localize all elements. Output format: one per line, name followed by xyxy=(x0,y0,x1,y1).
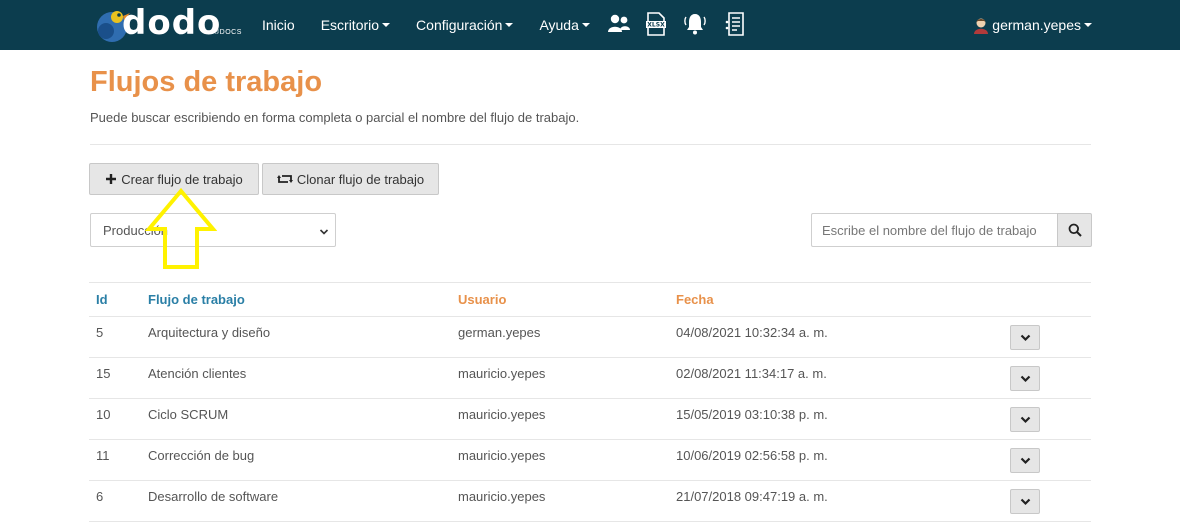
nav-inicio-label: Inicio xyxy=(262,17,295,33)
nav-escritorio[interactable]: Escritorio xyxy=(320,17,391,33)
cell-date: 15/05/2019 03:10:38 p. m. xyxy=(676,407,828,422)
cell-date: 10/06/2019 02:56:58 p. m. xyxy=(676,448,828,463)
search-button[interactable] xyxy=(1057,213,1092,247)
cell-user: mauricio.yepes xyxy=(458,448,546,463)
plus-icon xyxy=(105,173,117,185)
caret-down-icon xyxy=(1084,23,1092,27)
page-title: Flujos de trabajo xyxy=(90,66,323,98)
row-actions-button[interactable] xyxy=(1010,448,1040,473)
nav-escritorio-label: Escritorio xyxy=(320,17,380,33)
chevron-down-icon xyxy=(1020,498,1030,505)
cell-flow: Corrección de bug xyxy=(148,448,255,463)
cell-user: mauricio.yepes xyxy=(458,366,546,381)
annotation-arrow-up-icon xyxy=(145,188,217,269)
user-menu[interactable]: german.yepes xyxy=(972,0,1092,50)
chevron-down-icon xyxy=(1020,375,1030,382)
bell-icon[interactable] xyxy=(682,11,708,37)
header-flow[interactable]: Flujo de trabajo xyxy=(148,292,245,307)
table-row: 6 Desarrollo de software mauricio.yepes … xyxy=(89,481,1091,522)
cell-id: 5 xyxy=(96,325,104,340)
cell-user: mauricio.yepes xyxy=(458,407,546,422)
chevron-down-icon xyxy=(1020,457,1030,464)
row-actions-button[interactable] xyxy=(1010,366,1040,391)
chevron-down-icon xyxy=(1020,334,1030,341)
users-icon[interactable] xyxy=(606,11,632,37)
cell-id: 10 xyxy=(96,407,111,422)
logo-subtext: ®DOCS xyxy=(214,29,242,36)
nav-inicio[interactable]: Inicio xyxy=(262,17,295,33)
cell-id: 15 xyxy=(96,366,111,381)
logo-wordmark: dodo xyxy=(122,3,222,43)
cell-flow: Atención clientes xyxy=(148,366,247,381)
nav-configuracion[interactable]: Configuración xyxy=(416,17,514,33)
nav-configuracion-label: Configuración xyxy=(416,17,503,33)
page-subtitle: Puede buscar escribiendo en forma comple… xyxy=(90,110,580,125)
chevron-down-icon xyxy=(319,225,329,240)
caret-down-icon xyxy=(382,23,391,27)
cell-date: 04/08/2021 10:32:34 a. m. xyxy=(676,325,828,340)
logo-docs-text: DOCS xyxy=(219,29,242,36)
search-icon xyxy=(1068,223,1082,237)
top-navbar: dodo ®DOCS Inicio Escritorio Configuraci… xyxy=(0,0,1180,50)
table-row: 5 Arquitectura y diseño german.yepes 04/… xyxy=(89,317,1091,358)
cell-id: 11 xyxy=(96,448,110,463)
clone-workflow-button[interactable]: Clonar flujo de trabajo xyxy=(262,163,439,195)
cell-id: 6 xyxy=(96,489,104,504)
caret-down-icon xyxy=(581,23,590,27)
caret-down-icon xyxy=(505,23,514,27)
xlsx-file-icon[interactable]: XLSX xyxy=(643,11,669,37)
nav-ayuda-label: Ayuda xyxy=(539,17,579,33)
table-row: 15 Atención clientes mauricio.yepes 02/0… xyxy=(89,358,1091,399)
main-menu: Inicio Escritorio Configuración Ayuda xyxy=(262,0,616,50)
report-list-icon[interactable] xyxy=(723,11,749,37)
table-header: Id Flujo de trabajo Usuario Fecha xyxy=(89,282,1091,317)
table-row: 11 Corrección de bug mauricio.yepes 10/0… xyxy=(89,440,1091,481)
header-user[interactable]: Usuario xyxy=(458,292,506,307)
row-actions-button[interactable] xyxy=(1010,489,1040,514)
cell-user: mauricio.yepes xyxy=(458,489,546,504)
create-workflow-label: Crear flujo de trabajo xyxy=(121,171,243,187)
cell-flow: Arquitectura y diseño xyxy=(148,325,271,340)
nav-ayuda[interactable]: Ayuda xyxy=(539,17,590,33)
svg-text:XLSX: XLSX xyxy=(647,22,665,29)
user-avatar-icon xyxy=(974,18,989,34)
workflow-search-input[interactable] xyxy=(811,213,1057,247)
user-name: german.yepes xyxy=(992,17,1081,33)
retweet-icon xyxy=(276,173,293,185)
cell-user: german.yepes xyxy=(458,325,541,340)
dodo-logo[interactable]: dodo ®DOCS xyxy=(90,3,242,47)
header-date[interactable]: Fecha xyxy=(676,292,714,307)
row-actions-button[interactable] xyxy=(1010,407,1040,432)
chevron-down-icon xyxy=(1020,416,1030,423)
header-divider xyxy=(90,144,1091,145)
workflows-table: Id Flujo de trabajo Usuario Fecha 5 Arqu… xyxy=(89,282,1091,522)
clone-workflow-label: Clonar flujo de trabajo xyxy=(296,171,425,187)
row-actions-button[interactable] xyxy=(1010,325,1040,350)
cell-flow: Ciclo SCRUM xyxy=(148,407,229,422)
cell-flow: Desarrollo de software xyxy=(148,489,279,504)
header-id[interactable]: Id xyxy=(96,292,108,307)
cell-date: 02/08/2021 11:34:17 a. m. xyxy=(676,366,827,381)
cell-date: 21/07/2018 09:47:19 a. m. xyxy=(676,489,828,504)
table-row: 10 Ciclo SCRUM mauricio.yepes 15/05/2019… xyxy=(89,399,1091,440)
